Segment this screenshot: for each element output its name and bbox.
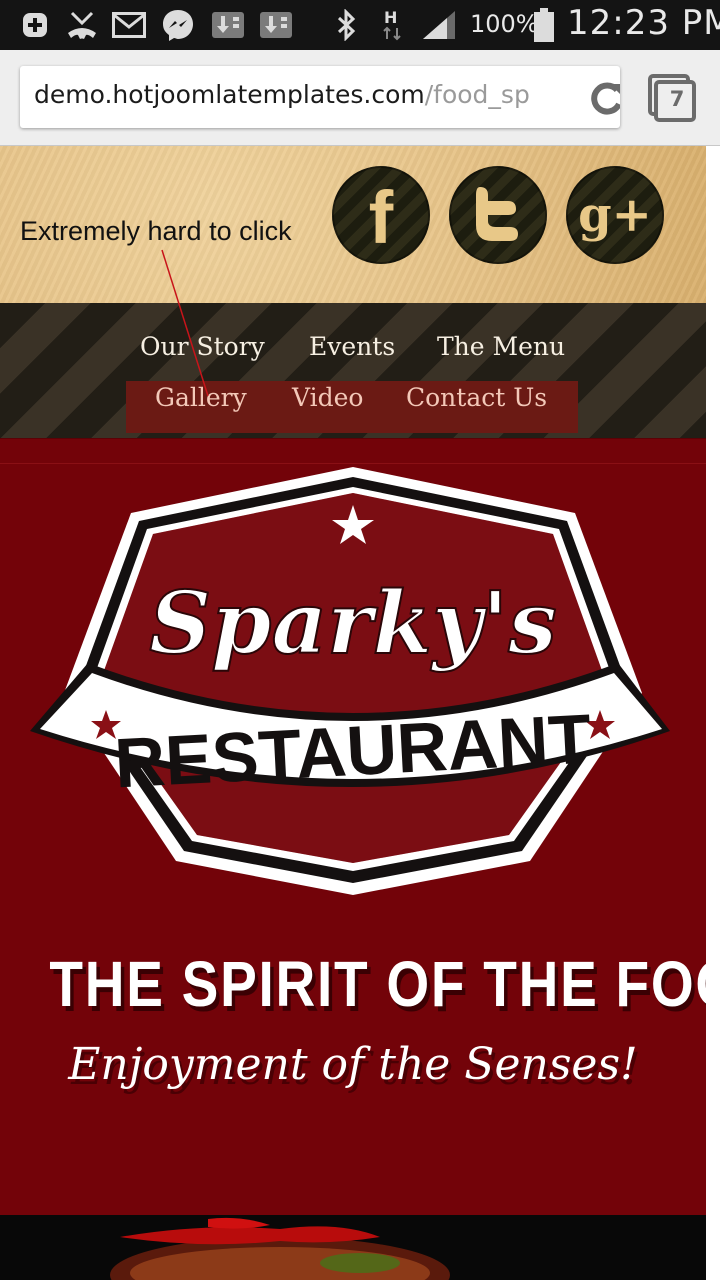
status-bar: H 100% 12:23 PM — [0, 0, 720, 50]
signal-icon — [420, 8, 458, 42]
battery-percent: 100% — [470, 10, 539, 38]
twitter-icon — [468, 183, 528, 247]
hero-subtagline: Enjoyment of the Senses! — [68, 1039, 638, 1090]
download-icon — [210, 8, 246, 42]
food-image — [0, 1215, 706, 1280]
reload-icon[interactable] — [586, 78, 620, 118]
tabs-button[interactable]: 7 — [646, 72, 698, 124]
hero-tagline: THE SPIRIT OF THE FOOD — [49, 948, 706, 1020]
h-plus-data-icon: H — [380, 8, 406, 42]
messenger-icon — [160, 8, 196, 42]
facebook-button[interactable]: f — [332, 166, 430, 264]
tab-count: 7 — [669, 87, 685, 111]
svg-text:H: H — [384, 8, 397, 27]
google-plus-icon: g+ — [578, 187, 652, 243]
annotation-text: Extremely hard to click — [20, 216, 292, 246]
missed-call-icon — [64, 8, 100, 42]
google-plus-button[interactable]: g+ — [566, 166, 664, 264]
logo-script-text: Sparky's — [149, 573, 557, 674]
nav-item-video[interactable]: Video — [292, 383, 363, 412]
add-notification-icon — [20, 8, 50, 42]
clock: 12:23 PM — [567, 3, 720, 43]
hero-section: Sparky's RESTAURANT THE SPIRIT OF THE FO… — [0, 438, 706, 1215]
twitter-button[interactable] — [449, 166, 547, 264]
facebook-icon: f — [368, 176, 394, 259]
web-page: Extremely hard to click f g+ Our Story E… — [0, 146, 706, 1280]
bluetooth-icon — [334, 8, 358, 42]
browser-toolbar: demo.hotjoomlatemplates.com/food_sp 7 — [0, 50, 720, 146]
main-nav: Our Story Events The Menu Gallery Video … — [0, 303, 706, 438]
url-text[interactable]: demo.hotjoomlatemplates.com/food_sp — [34, 80, 559, 116]
nav-item-events[interactable]: Events — [309, 332, 395, 361]
download-icon — [258, 8, 294, 42]
url-host: demo.hotjoomlatemplates.com — [34, 80, 425, 109]
page-edge — [706, 146, 720, 1280]
restaurant-logo: Sparky's RESTAURANT — [30, 467, 670, 895]
mail-icon — [112, 8, 146, 42]
url-path: /food_sp — [424, 80, 530, 109]
url-bar[interactable]: demo.hotjoomlatemplates.com/food_sp — [20, 66, 620, 128]
annotation-pointer — [161, 249, 209, 397]
battery-icon — [532, 8, 556, 42]
nav-item-contact-us[interactable]: Contact Us — [406, 383, 547, 412]
nav-item-the-menu[interactable]: The Menu — [437, 332, 565, 361]
